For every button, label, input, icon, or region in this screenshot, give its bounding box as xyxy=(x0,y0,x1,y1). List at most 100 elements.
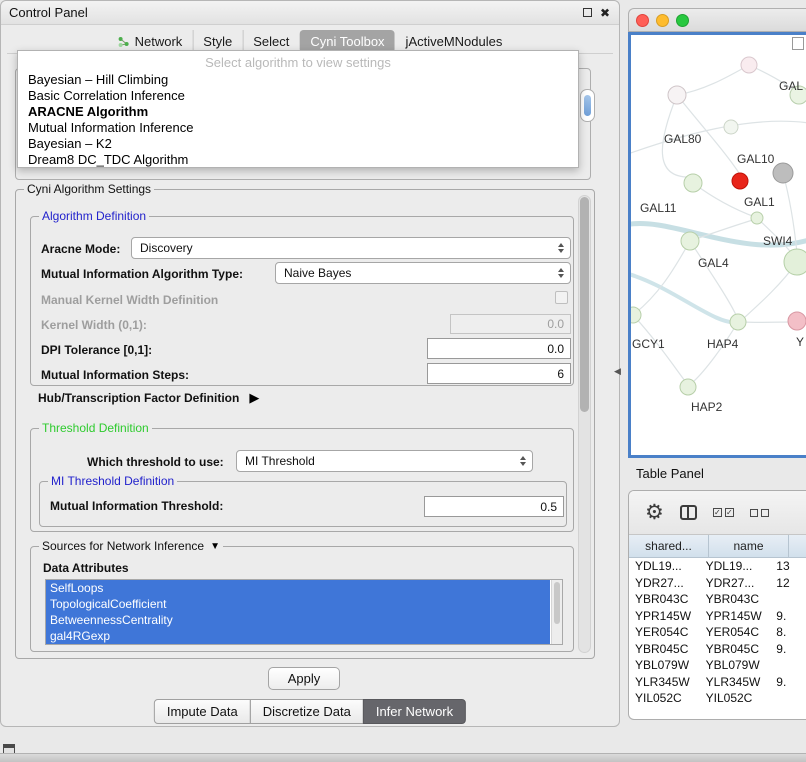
network-edge[interactable] xyxy=(631,121,806,155)
columns-icon-divider xyxy=(687,507,689,518)
algorithm-option[interactable]: ARACNE Algorithm xyxy=(18,104,578,120)
table-cell: 13 xyxy=(770,559,806,573)
mi-type-select[interactable]: Naive Bayes xyxy=(275,262,571,284)
tab-impute-data[interactable]: Impute Data xyxy=(154,699,251,724)
network-edge[interactable] xyxy=(633,248,686,315)
hub-section-label: Hub/Transcription Factor Definition xyxy=(38,391,239,405)
network-node[interactable] xyxy=(681,232,699,250)
node-label: GAL4 xyxy=(698,256,729,270)
network-edge[interactable] xyxy=(690,241,736,315)
table-row[interactable]: YBR043CYBR043C xyxy=(629,591,806,608)
bottom-tabs: Impute Data Discretize Data Infer Networ… xyxy=(154,699,466,724)
combo-arrows-icon xyxy=(558,268,564,278)
table-row[interactable]: YER054CYER054C8. xyxy=(629,624,806,641)
apply-button[interactable]: Apply xyxy=(268,667,340,690)
tab-label: Select xyxy=(253,34,289,49)
data-attributes-label: Data Attributes xyxy=(43,561,129,575)
mi-steps-input[interactable] xyxy=(427,363,571,384)
settings-scrollbar[interactable] xyxy=(578,195,591,653)
network-corner-widget[interactable] xyxy=(792,37,804,50)
attributes-scrollbar[interactable] xyxy=(551,580,562,644)
network-edge[interactable] xyxy=(631,273,738,322)
table-row[interactable]: YBR045CYBR045C9. xyxy=(629,641,806,658)
dpi-tolerance-input[interactable] xyxy=(427,338,571,359)
network-node[interactable] xyxy=(784,249,806,275)
network-node[interactable] xyxy=(732,173,748,189)
close-traffic-light[interactable] xyxy=(636,14,649,27)
mi-threshold-input[interactable] xyxy=(424,496,564,517)
close-icon[interactable]: ✖ xyxy=(600,7,610,19)
mi-type-label: Mutual Information Algorithm Type: xyxy=(41,267,243,281)
aracne-mode-select[interactable]: Discovery xyxy=(131,237,571,259)
window-bottom-frame xyxy=(0,753,806,762)
table-cell: YER054C xyxy=(700,625,771,639)
window-title: Control Panel xyxy=(9,5,88,20)
gear-icon[interactable]: ⚙ xyxy=(645,502,664,523)
float-window-icon[interactable] xyxy=(583,8,592,17)
table-row[interactable]: YBL079WYBL079W xyxy=(629,657,806,674)
network-node[interactable] xyxy=(680,379,696,395)
mi-type-value: Naive Bayes xyxy=(284,266,351,280)
attribute-item[interactable]: BetweennessCentrality xyxy=(46,612,550,628)
network-node[interactable] xyxy=(773,163,793,183)
table-cell: YPR145W xyxy=(629,609,700,623)
network-canvas[interactable]: GALGAL80GAL10GAL11GAL1SWI4GAL4GCY1HAP4YH… xyxy=(628,32,806,458)
attributes-scrollbar-thumb[interactable] xyxy=(554,582,560,624)
popup-scrollbar[interactable] xyxy=(580,89,595,122)
table-row[interactable]: YIL052CYIL052C xyxy=(629,690,806,707)
sources-title-label: Sources for Network Inference xyxy=(42,539,204,553)
window-controls: ✖ xyxy=(583,7,610,19)
mi-threshold-group: MI Threshold Definition Mutual Informati… xyxy=(39,481,567,527)
dropdown-placeholder: Select algorithm to view settings xyxy=(18,55,578,72)
network-node[interactable] xyxy=(724,120,738,134)
column-header-shared-name[interactable]: shared... xyxy=(629,535,709,557)
network-node[interactable] xyxy=(730,314,746,330)
network-node[interactable] xyxy=(684,174,702,192)
column-header-partial[interactable] xyxy=(789,535,806,557)
algorithm-option[interactable]: Dream8 DC_TDC Algorithm xyxy=(18,152,578,168)
node-label: HAP4 xyxy=(707,337,739,351)
node-label: GAL1 xyxy=(744,195,775,209)
table-row[interactable]: YDL19...YDL19...13 xyxy=(629,558,806,575)
which-threshold-select[interactable]: MI Threshold xyxy=(236,450,533,472)
attribute-item[interactable]: SelfLoops xyxy=(46,580,550,596)
table-cell: YDL19... xyxy=(629,559,700,573)
algorithm-option[interactable]: Mutual Information Inference xyxy=(18,120,578,136)
network-edge[interactable] xyxy=(693,322,738,382)
network-edge[interactable] xyxy=(677,65,749,95)
popup-scrollbar-thumb[interactable] xyxy=(584,95,591,116)
tab-infer-network[interactable]: Infer Network xyxy=(363,699,466,724)
node-label: GAL11 xyxy=(640,201,677,215)
attribute-item[interactable]: TopologicalCoefficient xyxy=(46,596,550,612)
deselect-all-checkboxes-icon[interactable] xyxy=(750,509,769,517)
minimize-traffic-light[interactable] xyxy=(656,14,669,27)
column-header-name[interactable]: name xyxy=(709,535,789,557)
table-panel-title: Table Panel xyxy=(628,460,806,486)
sources-section-header[interactable]: Sources for Network Inference ▼ xyxy=(39,539,223,553)
node-label: GAL10 xyxy=(737,152,775,166)
table-row[interactable]: YLR345WYLR345W9. xyxy=(629,674,806,691)
network-node[interactable] xyxy=(751,212,763,224)
network-node[interactable] xyxy=(788,312,806,330)
algorithm-definition-group: Algorithm Definition Aracne Mode: Discov… xyxy=(30,216,574,386)
settings-group-title: Cyni Algorithm Settings xyxy=(24,182,154,196)
hub-transcription-section-header[interactable]: Hub/Transcription Factor Definition ▶ xyxy=(38,390,259,406)
split-pane-handle[interactable]: ◀ xyxy=(614,366,621,377)
network-node[interactable] xyxy=(668,86,686,104)
tab-discretize-data[interactable]: Discretize Data xyxy=(250,699,364,724)
network-node[interactable] xyxy=(741,57,757,73)
attribute-item[interactable]: gal4RGexp xyxy=(46,628,550,644)
table-cell: YBL079W xyxy=(629,658,700,672)
table-row[interactable]: YPR145WYPR145W9. xyxy=(629,608,806,625)
algorithm-option[interactable]: Bayesian – K2 xyxy=(18,136,578,152)
table-cell: YDR27... xyxy=(700,576,771,590)
table-row[interactable]: YDR27...YDR27...12 xyxy=(629,575,806,592)
algorithm-option[interactable]: Bayesian – Hill Climbing xyxy=(18,72,578,88)
columns-icon[interactable] xyxy=(680,505,697,520)
tab-label: Cyni Toolbox xyxy=(310,34,384,49)
select-all-checkboxes-icon[interactable]: ✓✓ xyxy=(713,508,734,517)
zoom-traffic-light[interactable] xyxy=(676,14,689,27)
aracne-mode-label: Aracne Mode: xyxy=(41,242,120,256)
algorithm-option[interactable]: Basic Correlation Inference xyxy=(18,88,578,104)
settings-scrollbar-thumb[interactable] xyxy=(580,197,589,412)
